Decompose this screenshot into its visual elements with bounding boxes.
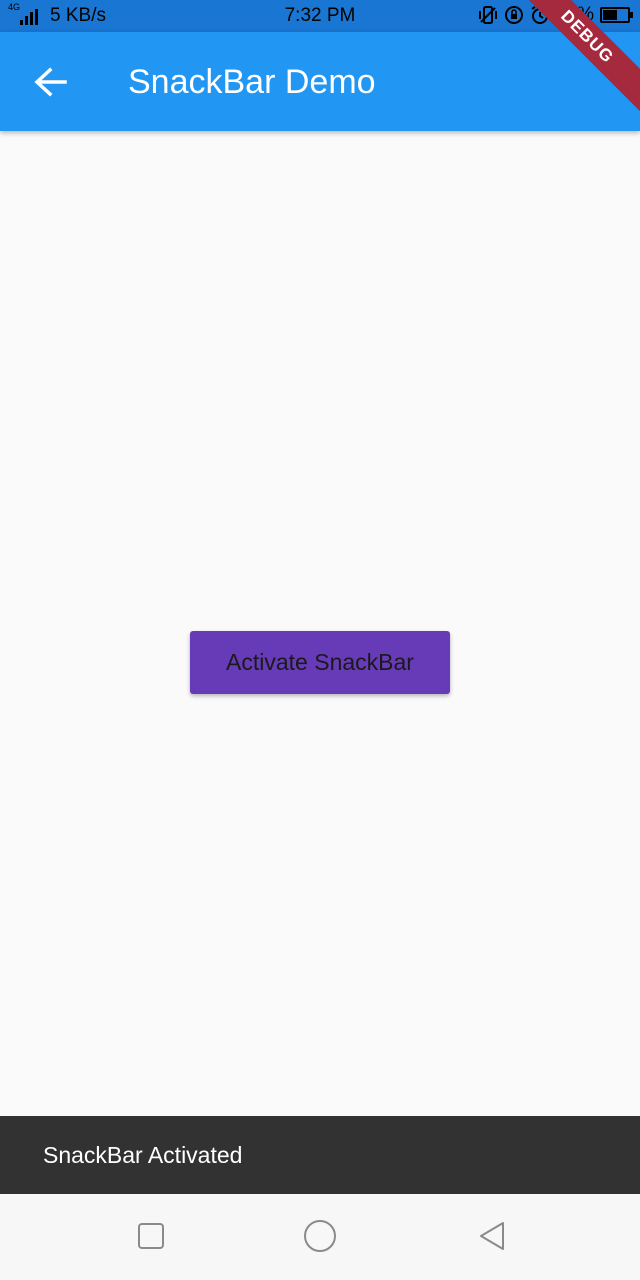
home-button[interactable] — [298, 1214, 342, 1258]
home-icon — [304, 1220, 336, 1252]
page-title: SnackBar Demo — [128, 63, 376, 101]
status-right: 58% — [478, 4, 633, 26]
back-button[interactable] — [30, 65, 70, 99]
snackbar: SnackBar Activated — [0, 1116, 640, 1194]
back-icon — [480, 1222, 504, 1250]
alarm-icon — [531, 6, 549, 24]
rotation-lock-icon — [504, 6, 523, 24]
battery-percent: 58% — [555, 4, 594, 25]
arrow-back-icon — [34, 67, 67, 97]
recents-icon — [138, 1223, 164, 1249]
vibrate-icon — [478, 6, 497, 24]
status-bar: 4G 5 KB/s 7:32 PM 58% — [0, 0, 640, 32]
battery-icon — [600, 7, 633, 23]
snackbar-message: SnackBar Activated — [43, 1142, 243, 1168]
system-back-button[interactable] — [470, 1214, 514, 1258]
navigation-bar — [0, 1194, 640, 1280]
recents-button[interactable] — [129, 1214, 173, 1258]
activate-snackbar-button[interactable]: Activate SnackBar — [190, 631, 450, 694]
app-bar: SnackBar Demo — [0, 32, 640, 131]
